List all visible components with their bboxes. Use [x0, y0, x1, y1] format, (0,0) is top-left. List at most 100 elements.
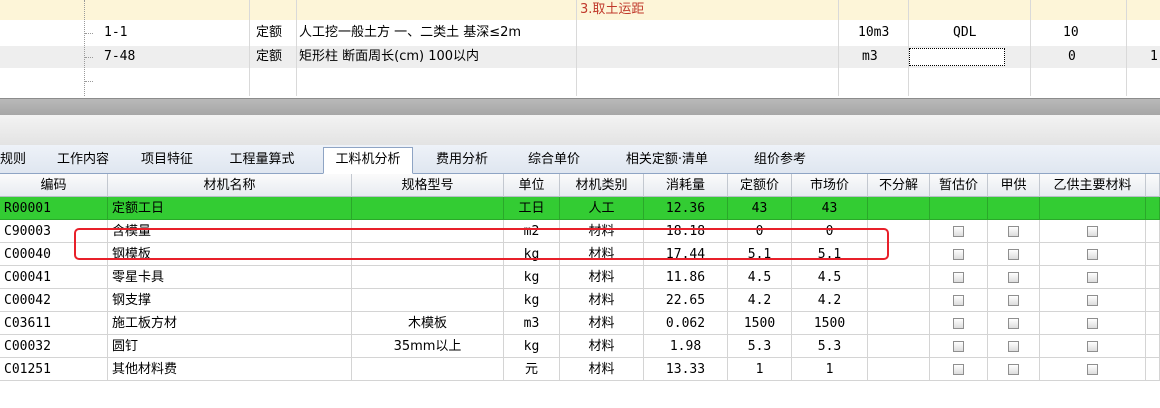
cell-provisional[interactable] [930, 358, 988, 381]
checkbox[interactable] [1008, 318, 1019, 329]
pane-splitter[interactable] [0, 98, 1160, 116]
cell-spec[interactable] [352, 197, 504, 220]
cell-spec[interactable] [352, 289, 504, 312]
cell-spec[interactable] [352, 243, 504, 266]
checkbox[interactable] [953, 318, 964, 329]
cell-owner-supplied[interactable] [988, 266, 1040, 289]
checkbox[interactable] [953, 295, 964, 306]
checkbox[interactable] [1008, 364, 1019, 375]
cell-name[interactable]: 施工板方材 [108, 312, 352, 335]
col-header-market-price[interactable]: 市场价 [792, 174, 868, 197]
checkbox[interactable] [1087, 272, 1098, 283]
cell-market-price[interactable]: 1 [792, 358, 868, 381]
cell-contractor-main[interactable] [1040, 220, 1146, 243]
cell-provisional[interactable] [930, 220, 988, 243]
cell-category[interactable]: 材料 [560, 289, 644, 312]
material-row[interactable]: C01251 其他材料费元材料 13.33 1 1 [0, 358, 1160, 381]
col-header-contractor-main[interactable]: 乙供主要材料 [1040, 174, 1146, 197]
cell-no-decompose[interactable] [868, 358, 930, 381]
cell-owner-supplied[interactable] [988, 197, 1040, 220]
cell-spec[interactable] [352, 358, 504, 381]
cell-contractor-main[interactable] [1040, 358, 1146, 381]
cell-provisional[interactable] [930, 197, 988, 220]
col-header-owner-supplied[interactable]: 甲供 [988, 174, 1040, 197]
tab-pricing-reference[interactable]: 组价参考 [744, 148, 816, 172]
tab-item-features[interactable]: 项目特征 [132, 148, 202, 172]
cell-quota-price[interactable]: 5.3 [728, 335, 792, 358]
cell-quota-price[interactable]: 0 [728, 220, 792, 243]
checkbox[interactable] [953, 226, 964, 237]
col-header-code[interactable]: 编码 [0, 174, 108, 197]
cell-name[interactable]: 圆钉 [108, 335, 352, 358]
cell-provisional[interactable] [930, 243, 988, 266]
col-header-category[interactable]: 材机类别 [560, 174, 644, 197]
cell-code[interactable]: R00001 [0, 197, 108, 220]
cell-name[interactable]: 含模量 [108, 220, 352, 243]
cell-provisional[interactable] [930, 266, 988, 289]
cell-no-decompose[interactable] [868, 243, 930, 266]
material-row[interactable]: C03611 施工板方材 木模板 m3 材料 0.062 1500 1500 [0, 312, 1160, 335]
cell-unit[interactable]: kg [504, 266, 560, 289]
cell-owner-supplied[interactable] [988, 220, 1040, 243]
cell-code[interactable]: C00041 [0, 266, 108, 289]
col-header-provisional[interactable]: 暂估价 [930, 174, 988, 197]
cell-no-decompose[interactable] [868, 312, 930, 335]
cell-category[interactable]: 材料 [560, 312, 644, 335]
material-row[interactable]: C00032 圆钉 35mm以上 kg 材料 1.98 5.3 5.3 [0, 335, 1160, 358]
cell-provisional[interactable] [930, 289, 988, 312]
cell-quota-price[interactable]: 43 [728, 197, 792, 220]
tab-work-content[interactable]: 工作内容 [48, 148, 118, 172]
cell-consumption[interactable]: 13.33 [644, 358, 728, 381]
cell-spec[interactable] [352, 220, 504, 243]
material-row[interactable]: C00041 零星卡具 kg 材料 11.86 4.5 4.5 [0, 266, 1160, 289]
cell-name[interactable]: 零星卡具 [108, 266, 352, 289]
checkbox[interactable] [1087, 249, 1098, 260]
cell-market-price[interactable]: 5.1 [792, 243, 868, 266]
checkbox[interactable] [1087, 341, 1098, 352]
cell-category[interactable]: 材料 [560, 358, 644, 381]
cell-code[interactable]: C00042 [0, 289, 108, 312]
cell-no-decompose[interactable] [868, 266, 930, 289]
cell-quota-price[interactable]: 4.5 [728, 266, 792, 289]
col-header-name[interactable]: 材机名称 [108, 174, 352, 197]
cell-unit[interactable]: kg [504, 289, 560, 312]
cell-contractor-main[interactable] [1040, 335, 1146, 358]
quota-row[interactable]: 1-1 定额 人工挖一般土方 一、二类土 基深≤2m 10m3 QDL 10 [0, 22, 1160, 44]
cell-owner-supplied[interactable] [988, 312, 1040, 335]
cell-contractor-main[interactable] [1040, 266, 1146, 289]
col-header-unit[interactable]: 单位 [504, 174, 560, 197]
cell-category[interactable]: 人工 [560, 197, 644, 220]
cell-quota-price[interactable]: 1500 [728, 312, 792, 335]
cell-provisional[interactable] [930, 335, 988, 358]
cell-spec[interactable]: 35mm以上 [352, 335, 504, 358]
checkbox[interactable] [1087, 318, 1098, 329]
tab-rules[interactable]: 规则 [0, 148, 30, 172]
cell-market-price[interactable]: 5.3 [792, 335, 868, 358]
cell-contractor-main[interactable] [1040, 197, 1146, 220]
cell-overflow[interactable] [1146, 197, 1160, 220]
quota-qty-expr[interactable]: QDL [953, 22, 1013, 44]
cell-no-decompose[interactable] [868, 289, 930, 312]
cell-consumption[interactable]: 17.44 [644, 243, 728, 266]
cell-market-price[interactable]: 4.2 [792, 289, 868, 312]
cell-category[interactable]: 材料 [560, 243, 644, 266]
cell-quota-price[interactable]: 1 [728, 358, 792, 381]
cell-overflow[interactable] [1146, 266, 1160, 289]
cell-unit[interactable]: kg [504, 335, 560, 358]
cell-unit[interactable]: kg [504, 243, 560, 266]
cell-owner-supplied[interactable] [988, 243, 1040, 266]
cell-name[interactable]: 钢模板 [108, 243, 352, 266]
cell-code[interactable]: C01251 [0, 358, 108, 381]
cell-unit[interactable]: 元 [504, 358, 560, 381]
col-header-quota-price[interactable]: 定额价 [728, 174, 792, 197]
cell-unit[interactable]: 工日 [504, 197, 560, 220]
checkbox[interactable] [953, 249, 964, 260]
checkbox[interactable] [1008, 272, 1019, 283]
cell-overflow[interactable] [1146, 312, 1160, 335]
cell-consumption[interactable]: 1.98 [644, 335, 728, 358]
cell-code[interactable]: C00040 [0, 243, 108, 266]
cell-category[interactable]: 材料 [560, 220, 644, 243]
col-header-consumption[interactable]: 消耗量 [644, 174, 728, 197]
cell-overflow[interactable] [1146, 289, 1160, 312]
checkbox[interactable] [953, 364, 964, 375]
